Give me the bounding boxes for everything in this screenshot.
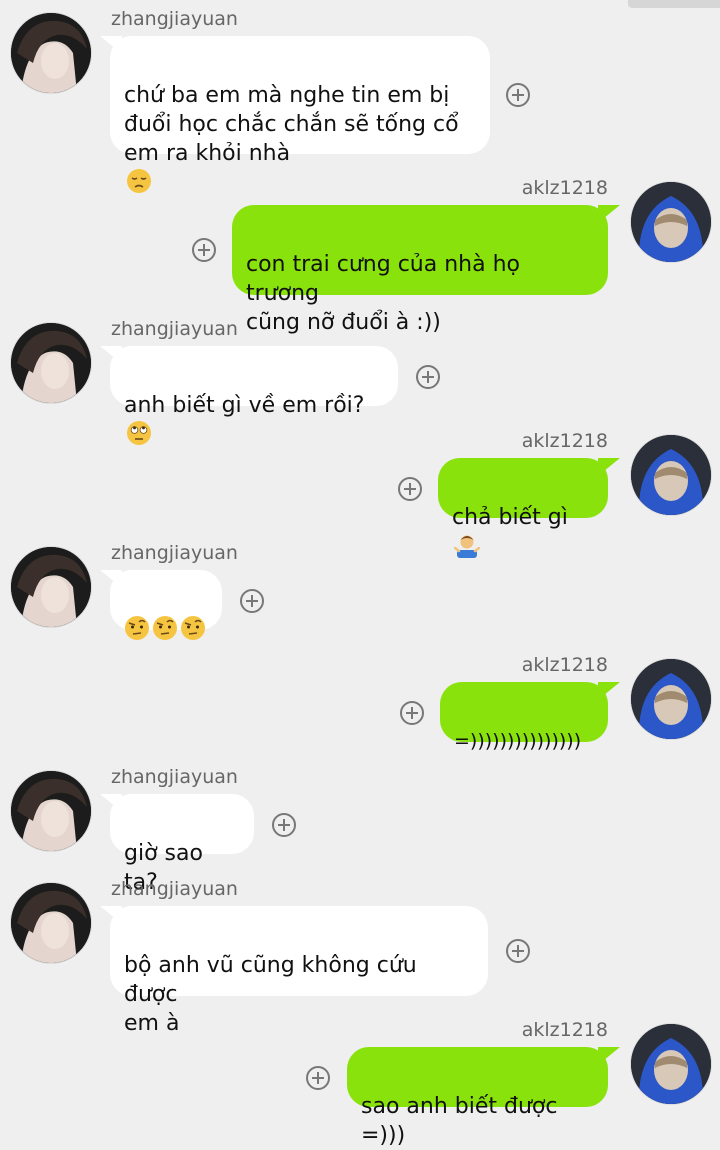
add-reaction-button[interactable]	[416, 365, 440, 389]
avatar-photo	[631, 435, 711, 515]
avatar-photo	[631, 659, 711, 739]
avatar-photo	[11, 771, 91, 851]
message-bubble[interactable]: =)))))))))))))))	[440, 682, 608, 752]
avatar-photo	[11, 883, 91, 963]
message-bubble[interactable]: con trai cưng của nhà họ trương cũng nỡ …	[232, 205, 608, 335]
add-reaction-button[interactable]	[398, 477, 422, 501]
message-text: sao anh biết được =)))	[361, 1094, 558, 1148]
avatar-zhangjiayuan[interactable]	[10, 546, 92, 628]
add-reaction-button[interactable]	[400, 701, 424, 725]
message-text: chả biết gì	[452, 505, 568, 530]
sender-name: zhangjiayuan	[111, 318, 238, 340]
avatar-photo	[631, 1024, 711, 1104]
message-text: anh biết gì về em rồi?	[124, 393, 365, 418]
message-text: =)))))))))))))))	[454, 730, 582, 752]
chat-window: zhangjiayuan chứ ba em mà nghe tin em bị…	[0, 0, 720, 1148]
eye-roll-face-icon	[127, 421, 151, 445]
add-reaction-button[interactable]	[506, 939, 530, 963]
raised-eyebrow-face-icon	[153, 616, 177, 640]
sender-name: zhangjiayuan	[111, 878, 238, 900]
message-bubble[interactable]	[110, 570, 222, 640]
pensive-face-icon	[127, 169, 151, 193]
raised-eyebrow-face-icon	[125, 616, 149, 640]
sender-name: aklz1218	[521, 430, 608, 452]
avatar-zhangjiayuan[interactable]	[10, 770, 92, 852]
add-reaction-button[interactable]	[192, 238, 216, 262]
avatar-photo	[11, 323, 91, 403]
avatar-photo	[11, 547, 91, 627]
add-reaction-button[interactable]	[240, 589, 264, 613]
sender-name: aklz1218	[521, 177, 608, 199]
message-bubble[interactable]: bộ anh vũ cũng không cứu được em à	[110, 906, 488, 1036]
sender-name: aklz1218	[521, 654, 608, 676]
message-bubble[interactable]: chứ ba em mà nghe tin em bị đuổi học chắ…	[110, 36, 490, 193]
message-text: con trai cưng của nhà họ trương cũng nỡ …	[246, 252, 520, 335]
avatar-photo	[631, 182, 711, 262]
avatar-photo	[11, 13, 91, 93]
raised-eyebrow-face-icon	[181, 616, 205, 640]
message-bubble[interactable]: sao anh biết được =)))	[347, 1047, 608, 1148]
add-reaction-button[interactable]	[306, 1066, 330, 1090]
message-text: chứ ba em mà nghe tin em bị đuổi học chắ…	[124, 83, 459, 166]
avatar-aklz1218[interactable]	[630, 658, 712, 740]
avatar-zhangjiayuan[interactable]	[10, 12, 92, 94]
add-reaction-button[interactable]	[272, 813, 296, 837]
status-strip	[628, 0, 720, 8]
avatar-aklz1218[interactable]	[630, 181, 712, 263]
message-bubble[interactable]: anh biết gì về em rồi?	[110, 346, 398, 445]
person-shrugging-icon	[454, 535, 480, 558]
message-bubble[interactable]: chả biết gì	[438, 458, 608, 558]
sender-name: aklz1218	[521, 1019, 608, 1041]
avatar-aklz1218[interactable]	[630, 434, 712, 516]
add-reaction-button[interactable]	[506, 83, 530, 107]
avatar-zhangjiayuan[interactable]	[10, 882, 92, 964]
message-text: bộ anh vũ cũng không cứu được em à	[124, 953, 417, 1036]
sender-name: zhangjiayuan	[111, 8, 238, 30]
avatar-aklz1218[interactable]	[630, 1023, 712, 1105]
message-bubble[interactable]: giờ sao ta?	[110, 794, 254, 895]
avatar-zhangjiayuan[interactable]	[10, 322, 92, 404]
sender-name: zhangjiayuan	[111, 766, 238, 788]
sender-name: zhangjiayuan	[111, 542, 238, 564]
